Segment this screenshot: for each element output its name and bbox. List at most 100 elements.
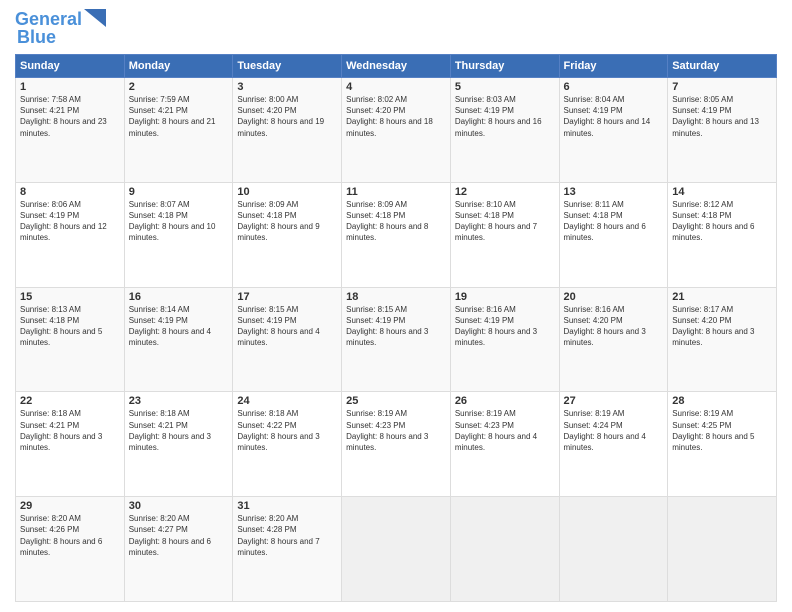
day-number: 20	[564, 291, 664, 303]
day-number: 8	[20, 186, 120, 198]
calendar-day-cell: 5 Sunrise: 8:03 AM Sunset: 4:19 PM Dayli…	[450, 78, 559, 183]
calendar-day-cell: 3 Sunrise: 8:00 AM Sunset: 4:20 PM Dayli…	[233, 78, 342, 183]
day-number: 16	[129, 291, 229, 303]
day-info: Sunrise: 8:20 AM Sunset: 4:26 PM Dayligh…	[20, 513, 120, 558]
logo: General Blue	[15, 10, 106, 48]
calendar-day-cell	[450, 497, 559, 602]
day-number: 9	[129, 186, 229, 198]
day-info: Sunrise: 8:09 AM Sunset: 4:18 PM Dayligh…	[346, 199, 446, 244]
day-number: 21	[672, 291, 772, 303]
calendar-header-row: SundayMondayTuesdayWednesdayThursdayFrid…	[16, 55, 777, 78]
day-info: Sunrise: 8:07 AM Sunset: 4:18 PM Dayligh…	[129, 199, 229, 244]
day-info: Sunrise: 8:05 AM Sunset: 4:19 PM Dayligh…	[672, 94, 772, 139]
day-number: 29	[20, 500, 120, 512]
calendar-day-cell: 24 Sunrise: 8:18 AM Sunset: 4:22 PM Dayl…	[233, 392, 342, 497]
day-info: Sunrise: 8:20 AM Sunset: 4:27 PM Dayligh…	[129, 513, 229, 558]
day-header-friday: Friday	[559, 55, 668, 78]
day-number: 26	[455, 395, 555, 407]
day-header-sunday: Sunday	[16, 55, 125, 78]
calendar-day-cell: 16 Sunrise: 8:14 AM Sunset: 4:19 PM Dayl…	[124, 287, 233, 392]
day-info: Sunrise: 8:20 AM Sunset: 4:28 PM Dayligh…	[237, 513, 337, 558]
day-info: Sunrise: 8:15 AM Sunset: 4:19 PM Dayligh…	[237, 304, 337, 349]
calendar-day-cell: 31 Sunrise: 8:20 AM Sunset: 4:28 PM Dayl…	[233, 497, 342, 602]
day-info: Sunrise: 8:16 AM Sunset: 4:20 PM Dayligh…	[564, 304, 664, 349]
calendar-day-cell: 10 Sunrise: 8:09 AM Sunset: 4:18 PM Dayl…	[233, 182, 342, 287]
day-number: 2	[129, 81, 229, 93]
calendar-day-cell: 2 Sunrise: 7:59 AM Sunset: 4:21 PM Dayli…	[124, 78, 233, 183]
day-info: Sunrise: 8:19 AM Sunset: 4:24 PM Dayligh…	[564, 408, 664, 453]
calendar-day-cell: 17 Sunrise: 8:15 AM Sunset: 4:19 PM Dayl…	[233, 287, 342, 392]
page: General Blue SundayMondayTuesdayWednesda…	[0, 0, 792, 612]
calendar-day-cell: 29 Sunrise: 8:20 AM Sunset: 4:26 PM Dayl…	[16, 497, 125, 602]
calendar-day-cell: 15 Sunrise: 8:13 AM Sunset: 4:18 PM Dayl…	[16, 287, 125, 392]
day-info: Sunrise: 8:15 AM Sunset: 4:19 PM Dayligh…	[346, 304, 446, 349]
day-number: 23	[129, 395, 229, 407]
day-info: Sunrise: 8:02 AM Sunset: 4:20 PM Dayligh…	[346, 94, 446, 139]
day-number: 7	[672, 81, 772, 93]
calendar-day-cell	[559, 497, 668, 602]
day-info: Sunrise: 8:19 AM Sunset: 4:25 PM Dayligh…	[672, 408, 772, 453]
day-number: 18	[346, 291, 446, 303]
day-number: 15	[20, 291, 120, 303]
calendar-table: SundayMondayTuesdayWednesdayThursdayFrid…	[15, 54, 777, 602]
day-number: 11	[346, 186, 446, 198]
day-info: Sunrise: 8:16 AM Sunset: 4:19 PM Dayligh…	[455, 304, 555, 349]
calendar-day-cell: 7 Sunrise: 8:05 AM Sunset: 4:19 PM Dayli…	[668, 78, 777, 183]
day-number: 1	[20, 81, 120, 93]
day-info: Sunrise: 7:58 AM Sunset: 4:21 PM Dayligh…	[20, 94, 120, 139]
day-info: Sunrise: 8:04 AM Sunset: 4:19 PM Dayligh…	[564, 94, 664, 139]
calendar-day-cell: 6 Sunrise: 8:04 AM Sunset: 4:19 PM Dayli…	[559, 78, 668, 183]
calendar-day-cell: 27 Sunrise: 8:19 AM Sunset: 4:24 PM Dayl…	[559, 392, 668, 497]
calendar-day-cell: 23 Sunrise: 8:18 AM Sunset: 4:21 PM Dayl…	[124, 392, 233, 497]
calendar-day-cell: 1 Sunrise: 7:58 AM Sunset: 4:21 PM Dayli…	[16, 78, 125, 183]
day-info: Sunrise: 8:03 AM Sunset: 4:19 PM Dayligh…	[455, 94, 555, 139]
day-number: 5	[455, 81, 555, 93]
calendar-day-cell: 25 Sunrise: 8:19 AM Sunset: 4:23 PM Dayl…	[342, 392, 451, 497]
day-number: 27	[564, 395, 664, 407]
calendar-day-cell: 4 Sunrise: 8:02 AM Sunset: 4:20 PM Dayli…	[342, 78, 451, 183]
calendar-day-cell: 12 Sunrise: 8:10 AM Sunset: 4:18 PM Dayl…	[450, 182, 559, 287]
calendar-day-cell: 20 Sunrise: 8:16 AM Sunset: 4:20 PM Dayl…	[559, 287, 668, 392]
calendar-day-cell: 19 Sunrise: 8:16 AM Sunset: 4:19 PM Dayl…	[450, 287, 559, 392]
day-number: 14	[672, 186, 772, 198]
day-number: 12	[455, 186, 555, 198]
calendar-week-row: 29 Sunrise: 8:20 AM Sunset: 4:26 PM Dayl…	[16, 497, 777, 602]
day-info: Sunrise: 8:18 AM Sunset: 4:22 PM Dayligh…	[237, 408, 337, 453]
day-number: 13	[564, 186, 664, 198]
calendar-day-cell: 22 Sunrise: 8:18 AM Sunset: 4:21 PM Dayl…	[16, 392, 125, 497]
calendar-day-cell: 8 Sunrise: 8:06 AM Sunset: 4:19 PM Dayli…	[16, 182, 125, 287]
day-info: Sunrise: 8:09 AM Sunset: 4:18 PM Dayligh…	[237, 199, 337, 244]
calendar-day-cell	[342, 497, 451, 602]
day-info: Sunrise: 8:10 AM Sunset: 4:18 PM Dayligh…	[455, 199, 555, 244]
day-number: 3	[237, 81, 337, 93]
day-header-monday: Monday	[124, 55, 233, 78]
calendar-day-cell: 26 Sunrise: 8:19 AM Sunset: 4:23 PM Dayl…	[450, 392, 559, 497]
calendar-day-cell: 21 Sunrise: 8:17 AM Sunset: 4:20 PM Dayl…	[668, 287, 777, 392]
day-info: Sunrise: 8:17 AM Sunset: 4:20 PM Dayligh…	[672, 304, 772, 349]
day-header-thursday: Thursday	[450, 55, 559, 78]
day-number: 25	[346, 395, 446, 407]
logo-arrow-icon	[84, 9, 106, 27]
calendar-week-row: 8 Sunrise: 8:06 AM Sunset: 4:19 PM Dayli…	[16, 182, 777, 287]
day-number: 31	[237, 500, 337, 512]
day-info: Sunrise: 8:14 AM Sunset: 4:19 PM Dayligh…	[129, 304, 229, 349]
day-info: Sunrise: 7:59 AM Sunset: 4:21 PM Dayligh…	[129, 94, 229, 139]
day-info: Sunrise: 8:13 AM Sunset: 4:18 PM Dayligh…	[20, 304, 120, 349]
calendar-day-cell: 28 Sunrise: 8:19 AM Sunset: 4:25 PM Dayl…	[668, 392, 777, 497]
calendar-day-cell	[668, 497, 777, 602]
calendar-day-cell: 14 Sunrise: 8:12 AM Sunset: 4:18 PM Dayl…	[668, 182, 777, 287]
day-info: Sunrise: 8:18 AM Sunset: 4:21 PM Dayligh…	[129, 408, 229, 453]
calendar-week-row: 15 Sunrise: 8:13 AM Sunset: 4:18 PM Dayl…	[16, 287, 777, 392]
day-number: 17	[237, 291, 337, 303]
logo-text: General	[15, 10, 82, 28]
day-number: 22	[20, 395, 120, 407]
day-number: 6	[564, 81, 664, 93]
day-number: 28	[672, 395, 772, 407]
calendar-week-row: 1 Sunrise: 7:58 AM Sunset: 4:21 PM Dayli…	[16, 78, 777, 183]
header: General Blue	[15, 10, 777, 48]
calendar-day-cell: 13 Sunrise: 8:11 AM Sunset: 4:18 PM Dayl…	[559, 182, 668, 287]
day-header-wednesday: Wednesday	[342, 55, 451, 78]
day-number: 19	[455, 291, 555, 303]
day-number: 24	[237, 395, 337, 407]
calendar-day-cell: 18 Sunrise: 8:15 AM Sunset: 4:19 PM Dayl…	[342, 287, 451, 392]
